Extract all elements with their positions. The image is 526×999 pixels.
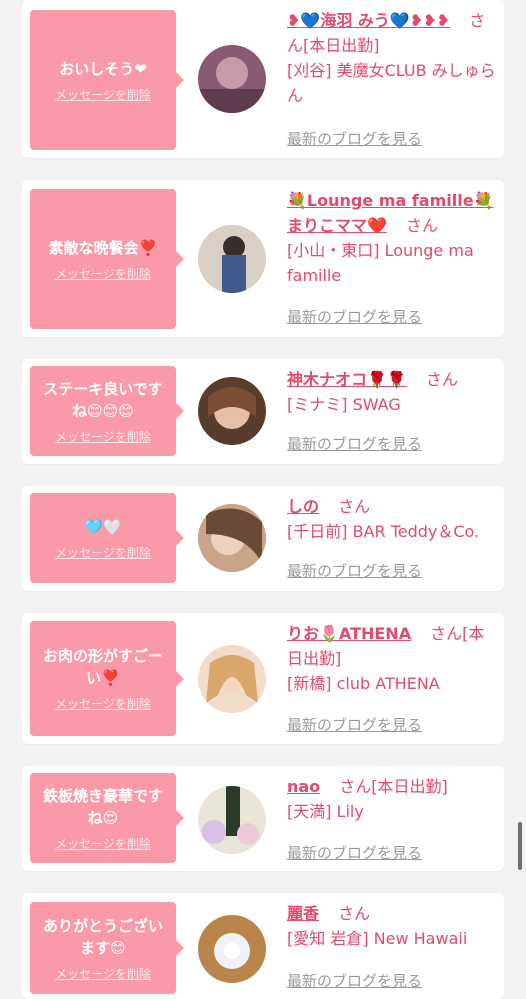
message-card: ありがとうございます😊 メッセージを削除 麗香 さん [愛知 岩倉] New H… xyxy=(22,893,504,999)
message-card: 鉄板焼き豪華ですね😍 メッセージを削除 nao さん[本日出勤] [天満] Li… xyxy=(22,766,504,871)
shop-info: [愛知 岩倉] New Hawaii xyxy=(287,929,468,948)
delete-message-link[interactable]: メッセージを削除 xyxy=(55,965,151,982)
blog-link[interactable]: 最新のブログを見る xyxy=(287,842,422,863)
blog-link[interactable]: 最新のブログを見る xyxy=(287,128,422,149)
cast-name-link[interactable]: nao xyxy=(287,777,320,796)
message-feed: おいしそう❤ メッセージを削除 ❥💙海羽 みう💙❥❥❥ さん[本日出勤] [刈谷… xyxy=(0,0,526,999)
message-bubble: お肉の形がすごーい❣️ メッセージを削除 xyxy=(30,621,184,736)
message-bubble: おいしそう❤ メッセージを削除 xyxy=(30,10,184,150)
delete-message-link[interactable]: メッセージを削除 xyxy=(55,544,151,561)
message-card: お肉の形がすごーい❣️ メッセージを削除 りお🌷ATHENA さん[本日出勤] … xyxy=(22,613,504,744)
avatar[interactable] xyxy=(198,377,266,445)
shop-info: [ミナミ] SWAG xyxy=(287,395,401,414)
cast-name-link[interactable]: 麗香 xyxy=(287,904,319,923)
cast-name-link[interactable]: ❥💙海羽 みう💙❥❥❥ xyxy=(287,11,450,30)
cast-info: 💐Lounge ma famille💐 まりこママ❤️ さん [小山・東口] L… xyxy=(287,188,497,288)
cast-info: りお🌷ATHENA さん[本日出勤] [新橋] club ATHENA xyxy=(287,621,497,696)
cast-info: nao さん[本日出勤] [天満] Lily xyxy=(287,774,497,824)
avatar[interactable] xyxy=(198,915,266,983)
message-bubble: 素敵な晩餐会❣️ メッセージを削除 xyxy=(30,189,184,329)
message-bubble: 鉄板焼き豪華ですね😍 メッセージを削除 xyxy=(30,773,184,863)
avatar[interactable] xyxy=(198,45,266,113)
message-card: ステーキ良いですね😊😊😊 メッセージを削除 神木ナオコ🌹🌹 さん [ミナミ] S… xyxy=(22,359,504,464)
message-card: おいしそう❤ メッセージを削除 ❥💙海羽 みう💙❥❥❥ さん[本日出勤] [刈谷… xyxy=(22,0,504,158)
message-text: 鉄板焼き豪華ですね😍 xyxy=(42,786,163,827)
cast-name-link[interactable]: 神木ナオコ🌹🌹 xyxy=(287,370,407,389)
name-suffix: さん xyxy=(425,370,458,389)
delete-message-link[interactable]: メッセージを削除 xyxy=(55,265,151,282)
cast-name-link[interactable]: りお🌷ATHENA xyxy=(287,624,411,643)
blog-link[interactable]: 最新のブログを見る xyxy=(287,970,422,991)
shop-info: [小山・東口] Lounge ma famille xyxy=(287,241,474,285)
message-card: 🩵🤍 メッセージを削除 しの さん [千日前] BAR Teddy＆Co. 最新… xyxy=(22,486,504,591)
blog-link[interactable]: 最新のブログを見る xyxy=(287,306,422,327)
cast-name-link[interactable]: しの xyxy=(287,497,319,516)
message-text: お肉の形がすごーい❣️ xyxy=(42,647,163,687)
delete-message-link[interactable]: メッセージを削除 xyxy=(55,428,151,445)
message-bubble: ありがとうございます😊 メッセージを削除 xyxy=(30,902,184,994)
name-suffix: さん[本日出勤] xyxy=(339,777,448,796)
message-text: ステーキ良いですね😊😊😊 xyxy=(43,379,163,420)
blog-link[interactable]: 最新のブログを見る xyxy=(287,560,422,581)
message-text: 素敵な晩餐会❣️ xyxy=(48,238,158,257)
message-text: 🩵🤍 xyxy=(84,517,122,536)
delete-message-link[interactable]: メッセージを削除 xyxy=(55,86,151,103)
cast-info: 麗香 さん [愛知 岩倉] New Hawaii xyxy=(287,901,497,951)
avatar[interactable] xyxy=(198,645,266,713)
avatar[interactable] xyxy=(198,786,266,854)
avatar[interactable] xyxy=(198,225,266,293)
shop-info: [天満] Lily xyxy=(287,802,364,821)
cast-name-link[interactable]: 💐Lounge ma famille💐 まりこママ❤️ xyxy=(287,191,493,235)
name-suffix: さん xyxy=(338,497,371,516)
blog-link[interactable]: 最新のブログを見る xyxy=(287,714,422,735)
name-suffix: さん xyxy=(338,904,371,923)
delete-message-link[interactable]: メッセージを削除 xyxy=(55,835,151,852)
avatar[interactable] xyxy=(198,504,266,572)
message-bubble: 🩵🤍 メッセージを削除 xyxy=(30,493,184,583)
blog-link[interactable]: 最新のブログを見る xyxy=(287,433,422,454)
delete-message-link[interactable]: メッセージを削除 xyxy=(55,695,151,712)
message-text: ありがとうございます😊 xyxy=(42,916,163,957)
cast-info: 神木ナオコ🌹🌹 さん [ミナミ] SWAG xyxy=(287,367,497,417)
cast-info: しの さん [千日前] BAR Teddy＆Co. xyxy=(287,494,497,544)
cast-info: ❥💙海羽 みう💙❥❥❥ さん[本日出勤] [刈谷] 美魔女CLUB みしゅらん xyxy=(287,8,497,108)
name-suffix: さん xyxy=(406,216,439,235)
message-bubble: ステーキ良いですね😊😊😊 メッセージを削除 xyxy=(30,366,184,456)
message-text: おいしそう❤ xyxy=(59,59,147,78)
shop-info: [刈谷] 美魔女CLUB みしゅらん xyxy=(287,61,496,105)
shop-info: [千日前] BAR Teddy＆Co. xyxy=(287,522,480,541)
message-card: 素敵な晩餐会❣️ メッセージを削除 💐Lounge ma famille💐 まり… xyxy=(22,180,504,337)
shop-info: [新橋] club ATHENA xyxy=(287,674,440,693)
scrollbar[interactable] xyxy=(518,822,522,870)
